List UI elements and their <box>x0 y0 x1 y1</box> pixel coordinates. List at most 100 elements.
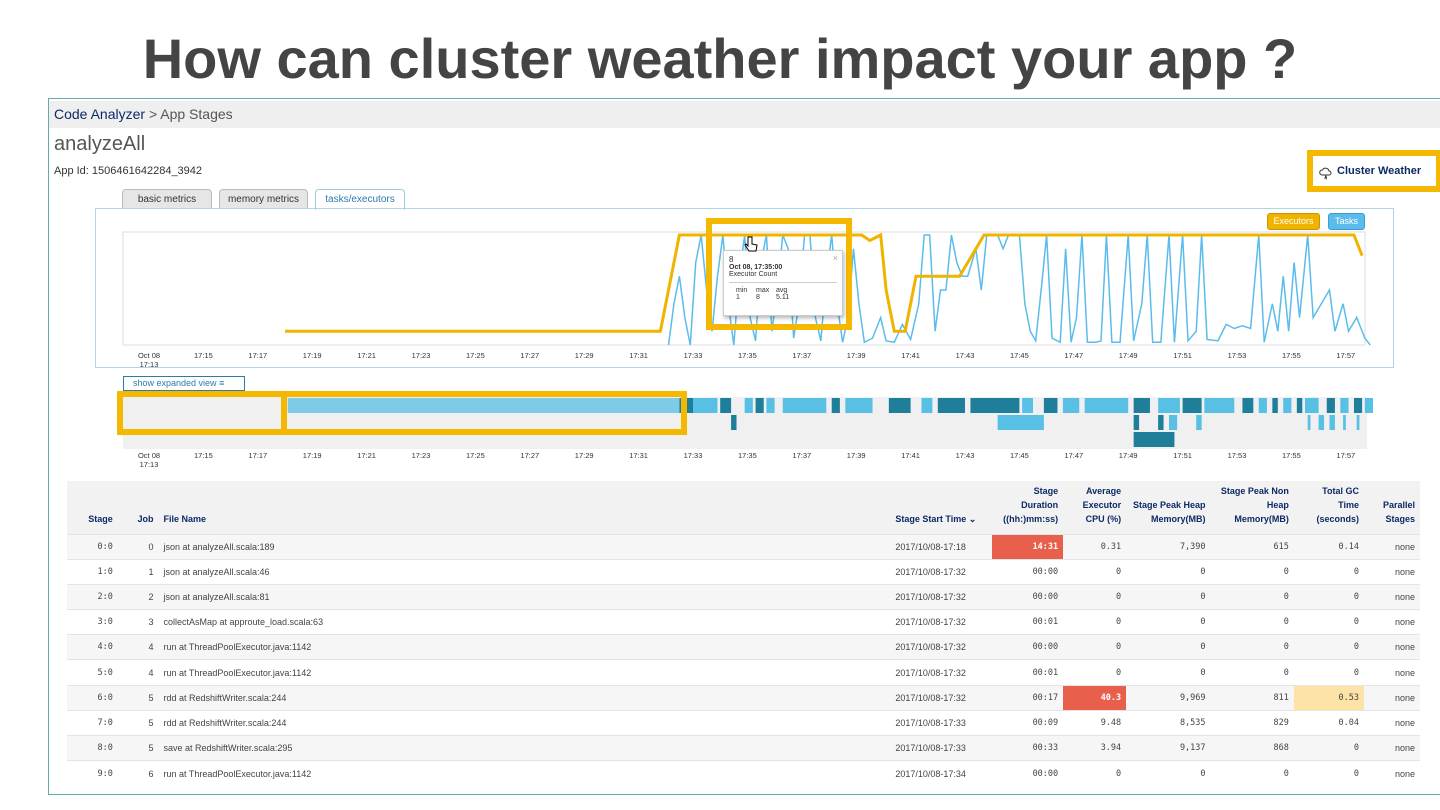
table-row[interactable]: 7:0 5 rdd at RedshiftWriter.scala:244 2017/… <box>67 709 1420 736</box>
cell-avg-cpu: 0 <box>1063 583 1127 610</box>
cell-stage: 2:0 <box>67 583 118 610</box>
cell-job: 5 <box>117 684 159 711</box>
table-row[interactable]: 5:0 4 run at ThreadPoolExecutor.java:1142 2… <box>67 659 1420 686</box>
cell-peak-nonheap: 0 <box>1210 558 1294 585</box>
column-header-job: Job <box>117 481 159 534</box>
timeline-tick-label: 17:39 <box>847 451 866 460</box>
x-tick-label: 17:17 <box>248 351 267 360</box>
table-row[interactable]: 2:0 2 json at analyzeAll.scala:81 2017/10/0… <box>67 583 1420 610</box>
cell-job: 4 <box>117 659 159 686</box>
timeline-stage-bar <box>1133 415 1140 430</box>
table-row[interactable]: 0:0 0 json at analyzeAll.scala:189 2017/10/… <box>67 533 1420 560</box>
table-row[interactable]: 9:0 6 run at ThreadPoolExecutor.java:1142 2… <box>67 760 1420 786</box>
cell-parallel-stages: none <box>1364 760 1420 786</box>
column-header-parallel-stages: Parallel Stages <box>1364 481 1420 534</box>
cell-job: 5 <box>117 709 159 736</box>
cell-gc-time: 0 <box>1293 609 1364 635</box>
cell-gc-time: 0 <box>1293 634 1364 660</box>
cell-stage-start-time: 2017/10/08-17:32 <box>890 684 992 711</box>
cell-file-name: json at analyzeAll.scala:46 <box>158 558 891 585</box>
timeline-tick-label: 17:33 <box>684 451 703 460</box>
x-tick-label: 17:41 <box>901 351 920 360</box>
x-tick-label: 17:43 <box>956 351 975 360</box>
tooltip-metric: Executor Count <box>729 271 778 278</box>
cell-stage-duration: 14:31 <box>992 533 1064 560</box>
cell-stage: 6:0 <box>67 684 118 711</box>
cell-peak-heap: 0 <box>1126 659 1211 686</box>
table-row[interactable]: 3:0 3 collectAsMap at approute_load.scala:… <box>67 609 1420 635</box>
highlight-box-long-stage <box>281 391 687 435</box>
timeline-stage-bar <box>1296 398 1303 413</box>
cell-file-name: collectAsMap at approute_load.scala:63 <box>158 609 891 635</box>
timeline-stage-bar <box>1084 398 1129 413</box>
table-row[interactable]: 8:0 5 save at RedshiftWriter.scala:295 2017… <box>67 734 1420 761</box>
timeline-stage-bar <box>970 398 1020 413</box>
column-header-peak-nonheap: Stage Peak Non Heap Memory(MB) <box>1210 481 1294 534</box>
timeline-tick-label: 17:45 <box>1010 451 1029 460</box>
tooltip-max: 8 <box>756 294 760 301</box>
column-header-gc-time: Total GC Time (seconds) <box>1293 481 1364 534</box>
show-expanded-view-button[interactable]: show expanded view ≡ <box>123 376 245 391</box>
table-row[interactable]: 4:0 4 run at ThreadPoolExecutor.java:1142 2… <box>67 634 1420 660</box>
timeline-tick-label: 17:17 <box>248 451 267 460</box>
column-header-stage: Stage <box>67 481 118 534</box>
cell-parallel-stages: none <box>1364 684 1420 711</box>
cell-stage-duration: 00:00 <box>992 558 1064 585</box>
timeline-stage-bar <box>1343 415 1346 430</box>
timeline-stage-bar <box>1340 398 1349 413</box>
cell-parallel-stages: none <box>1364 634 1420 660</box>
timeline-tick-label: 17:31 <box>629 451 648 460</box>
cell-avg-cpu: 0 <box>1063 558 1127 585</box>
timeline-tick-label: 17:49 <box>1119 451 1138 460</box>
x-tick-label: 17:35 <box>738 351 757 360</box>
timeline-stage-bar <box>1022 398 1033 413</box>
timeline-stage-bar <box>888 398 911 413</box>
x-tick-label: 17:55 <box>1282 351 1301 360</box>
timeline-stage-bar <box>1326 398 1335 413</box>
cell-stage-duration: 00:09 <box>992 709 1064 736</box>
cell-peak-nonheap: 0 <box>1210 583 1294 610</box>
cell-peak-heap: 0 <box>1126 583 1211 610</box>
cell-stage-duration: 00:00 <box>992 634 1064 660</box>
timeline-tick-label: 17:43 <box>956 451 975 460</box>
cell-avg-cpu: 40.3 <box>1063 684 1127 711</box>
cell-gc-time: 0.53 <box>1293 684 1364 711</box>
timeline-tick-label: 17:15 <box>194 451 213 460</box>
timeline-stage-bar <box>1258 398 1267 413</box>
x-tick-label: 17:45 <box>1010 351 1029 360</box>
cell-peak-heap: 9,969 <box>1126 684 1211 711</box>
cell-stage: 3:0 <box>67 609 118 635</box>
x-tick-label: 17:19 <box>303 351 322 360</box>
table-row[interactable]: 1:0 1 json at analyzeAll.scala:46 2017/10/0… <box>67 558 1420 585</box>
column-header-stage-start-time[interactable]: Stage Start Time ⌄ <box>890 481 992 534</box>
hand-cursor-icon <box>744 236 758 252</box>
x-tick-label: 17:49 <box>1119 351 1138 360</box>
stages-table: Stage Job File Name Stage Start Time ⌄ Stage… <box>67 481 1420 786</box>
expanded-view-label: show expanded view <box>133 378 217 388</box>
timeline-stage-bar <box>1307 415 1311 430</box>
table-row[interactable]: 6:0 5 rdd at RedshiftWriter.scala:244 2017/… <box>67 684 1420 711</box>
timeline-stage-bar <box>1364 398 1373 413</box>
cell-parallel-stages: none <box>1364 558 1420 585</box>
x-tick-label: 17:51 <box>1173 351 1192 360</box>
close-icon[interactable]: × <box>833 253 838 263</box>
cell-avg-cpu: 0 <box>1063 659 1127 686</box>
timeline-stage-bar <box>1133 432 1175 447</box>
chart-tooltip: 8 Oct 08, 17:35:00 Executor Count × min m… <box>723 250 843 316</box>
timeline-stage-bar <box>1272 398 1278 413</box>
cell-stage-start-time: 2017/10/08-17:32 <box>890 609 992 635</box>
tooltip-avg: 5.11 <box>776 294 790 301</box>
timeline-stage-bar <box>1158 398 1180 413</box>
cell-parallel-stages: none <box>1364 709 1420 736</box>
column-header-avg-cpu: Average Executor CPU (%) <box>1063 481 1127 534</box>
cell-peak-heap: 7,390 <box>1126 533 1211 560</box>
timeline-tick-label: 17:57 <box>1336 451 1355 460</box>
cell-job: 6 <box>117 760 159 786</box>
timeline-stage-bar <box>731 415 737 430</box>
cell-stage: 9:0 <box>67 760 118 786</box>
sort-icon[interactable]: ⌄ <box>966 514 977 524</box>
cell-parallel-stages: none <box>1364 533 1420 560</box>
timeline-stage-bar <box>1242 398 1254 413</box>
timeline-stage-bar <box>1204 398 1235 413</box>
timeline-tick-label: 17:35 <box>738 451 757 460</box>
